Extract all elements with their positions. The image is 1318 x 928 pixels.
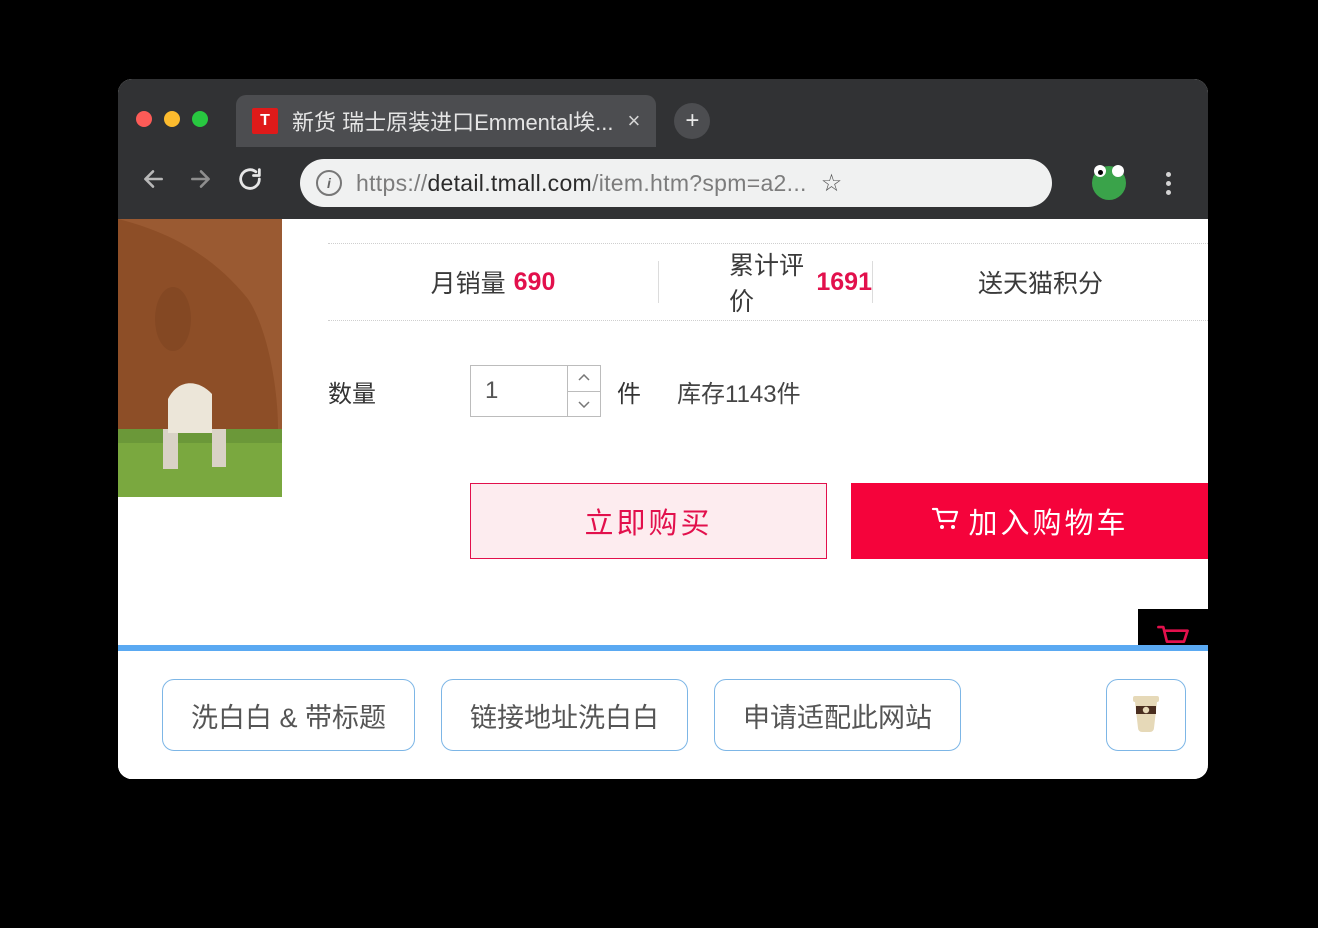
- quantity-increase-button[interactable]: [567, 365, 601, 392]
- traffic-lights: [136, 111, 208, 127]
- coffee-icon: [1127, 690, 1165, 741]
- add-to-cart-button[interactable]: 加入购物车: [851, 483, 1208, 559]
- back-button[interactable]: [140, 166, 166, 200]
- forward-button[interactable]: [188, 166, 214, 200]
- quantity-decrease-button[interactable]: [567, 391, 601, 418]
- browser-tab[interactable]: T 新货 瑞士原装进口Emmental埃... ×: [236, 95, 656, 147]
- quantity-row: 数量 1 件 库存1143件: [328, 365, 1208, 417]
- quantity-input[interactable]: 1: [470, 365, 568, 417]
- browser-window: T 新货 瑞士原装进口Emmental埃... × + i https://de…: [118, 79, 1208, 779]
- quantity-stepper: [567, 365, 601, 417]
- stat-bonus-points[interactable]: 送天猫积分: [873, 264, 1208, 300]
- stat-value: 1691: [816, 268, 872, 297]
- new-tab-button[interactable]: +: [674, 103, 710, 139]
- minimize-window-button[interactable]: [164, 111, 180, 127]
- product-image: [118, 219, 282, 497]
- address-bar[interactable]: i https://detail.tmall.com/item.htm?spm=…: [300, 159, 1052, 207]
- stat-total-reviews[interactable]: 累计评价 1691: [659, 246, 872, 318]
- stat-monthly-sales[interactable]: 月销量 690: [328, 264, 658, 300]
- stat-label: 累计评价: [729, 246, 808, 318]
- product-content: 月销量 690 累计评价 1691 送天猫积分 数量 1: [328, 219, 1208, 559]
- coffee-donate-button[interactable]: [1106, 679, 1186, 751]
- quantity-unit: 件: [617, 374, 641, 409]
- tab-title: 新货 瑞士原装进口Emmental埃...: [292, 105, 613, 137]
- clean-url-button[interactable]: 链接地址洗白白: [441, 679, 688, 751]
- cart-icon: [931, 505, 959, 538]
- add-to-cart-label: 加入购物车: [969, 500, 1129, 542]
- page-viewport: 月销量 690 累计评价 1691 送天猫积分 数量 1: [118, 219, 1208, 779]
- buy-now-button[interactable]: 立即购买: [470, 483, 827, 559]
- close-window-button[interactable]: [136, 111, 152, 127]
- clean-with-title-button[interactable]: 洗白白 & 带标题: [162, 679, 415, 751]
- purchase-buttons: 立即购买 加入购物车: [470, 483, 1208, 559]
- request-adapt-button[interactable]: 申请适配此网站: [714, 679, 961, 751]
- stat-value: 690: [514, 268, 556, 297]
- maximize-window-button[interactable]: [192, 111, 208, 127]
- tmall-favicon: T: [252, 108, 278, 134]
- extension-toolbar: 洗白白 & 带标题 链接地址洗白白 申请适配此网站: [118, 651, 1208, 779]
- close-tab-button[interactable]: ×: [627, 108, 640, 134]
- reload-button[interactable]: [236, 165, 264, 201]
- titlebar: T 新货 瑞士原装进口Emmental埃... × +: [118, 79, 1208, 147]
- site-info-icon[interactable]: i: [316, 170, 342, 196]
- browser-menu-button[interactable]: [1166, 172, 1171, 195]
- stats-bar: 月销量 690 累计评价 1691 送天猫积分: [328, 243, 1208, 321]
- tabstrip: T 新货 瑞士原装进口Emmental埃... × +: [236, 79, 1190, 147]
- extension-frog-icon[interactable]: [1092, 166, 1126, 200]
- toolbar: i https://detail.tmall.com/item.htm?spm=…: [118, 147, 1208, 219]
- stat-label: 月销量: [431, 264, 506, 300]
- quantity-label: 数量: [328, 374, 470, 409]
- stat-label: 送天猫积分: [978, 264, 1103, 300]
- bookmark-star-icon[interactable]: ☆: [821, 169, 843, 198]
- stock-text: 库存1143件: [677, 374, 801, 409]
- url-text: https://detail.tmall.com/item.htm?spm=a2…: [356, 170, 807, 197]
